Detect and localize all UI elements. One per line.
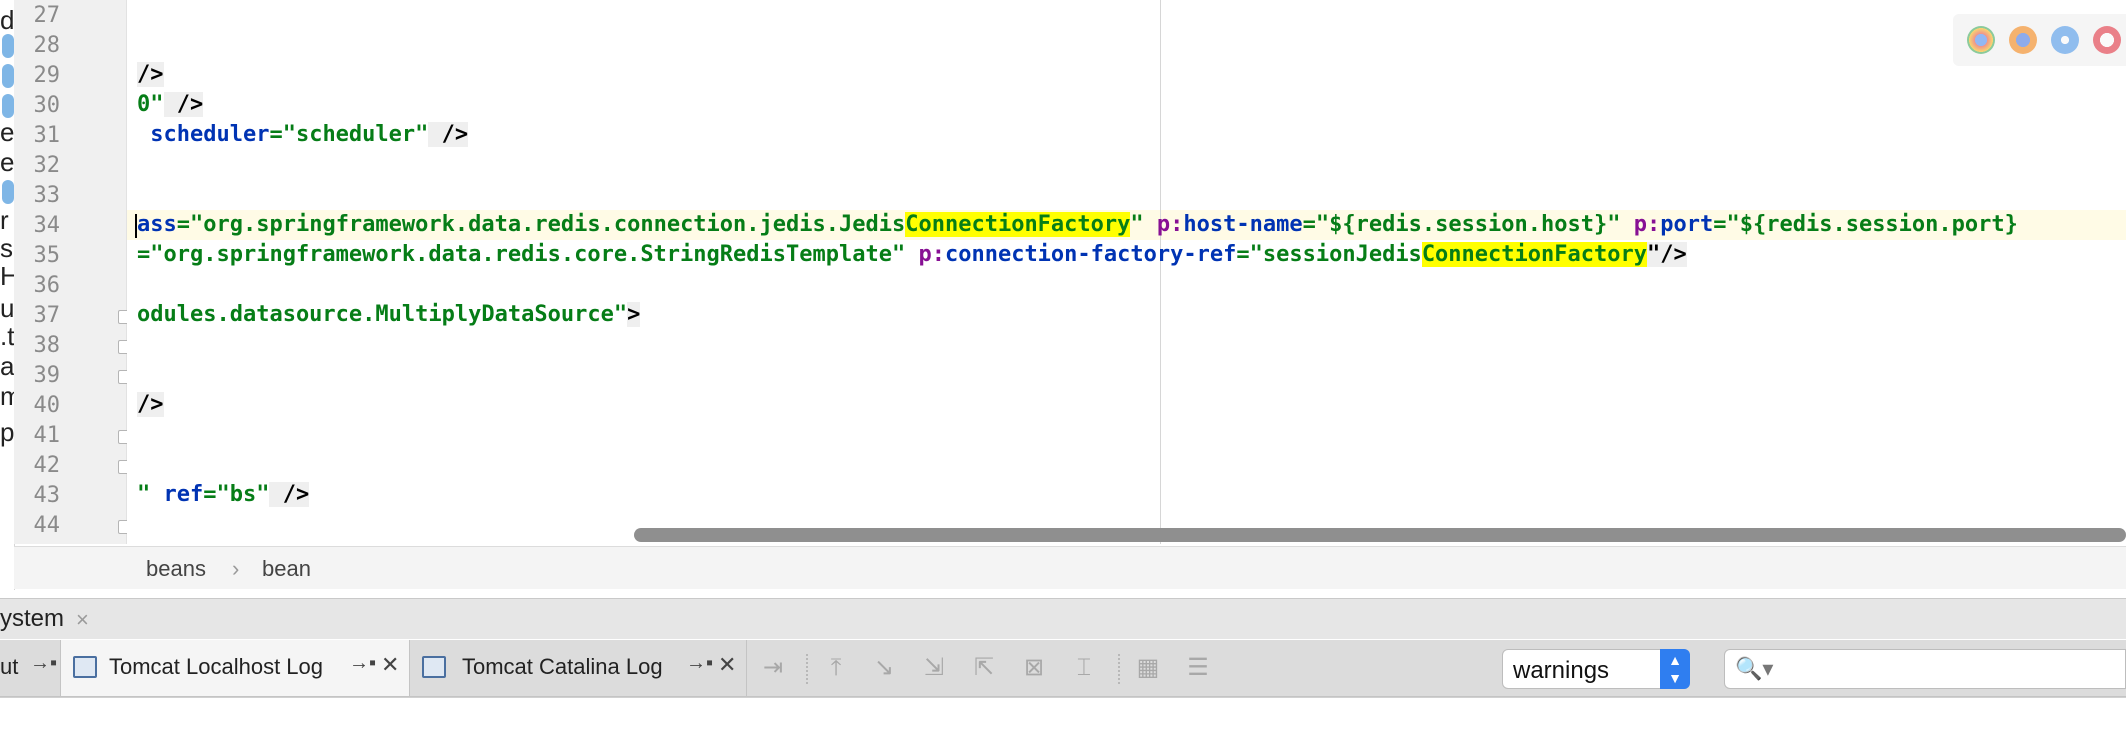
text-caret (135, 214, 137, 238)
code-line-34[interactable]: ass="org.springframework.data.redis.conn… (137, 210, 2018, 240)
line-number: 29 (33, 63, 61, 88)
log-search-input[interactable]: 🔍▾ (1724, 649, 2126, 689)
pin-icon[interactable]: →▪ (686, 652, 713, 675)
line-number: 35 (33, 243, 61, 268)
line-number: 36 (33, 273, 61, 298)
code-line-43[interactable]: " ref="bs" /> (137, 480, 310, 510)
tab-tomcat-catalina-log[interactable]: Tomcat Catalina Log →▪ ✕ (410, 640, 747, 696)
tab-label: Tomcat Catalina Log (462, 654, 663, 679)
line-number: 33 (33, 183, 61, 208)
firefox-icon[interactable] (2009, 26, 2037, 54)
project-tree-strip[interactable]: d e e r s H ur .t at m p (0, 0, 15, 590)
tree-node-icon (2, 34, 14, 58)
log-level-select[interactable]: warnings ▲ ▼ (1502, 649, 1690, 689)
toolbar-separator (1118, 654, 1121, 684)
tree-item[interactable]: m (0, 376, 14, 416)
line-number: 42 (33, 453, 61, 478)
upload-icon[interactable]: ⇱ (968, 652, 1000, 684)
tab-label: Tomcat Localhost Log (109, 654, 324, 679)
search-match: ConnectionFactory (905, 212, 1131, 237)
pin-icon[interactable]: →▪ (30, 652, 57, 675)
log-icon (422, 656, 446, 678)
chrome-icon[interactable] (1967, 26, 1995, 54)
print-icon[interactable]: ▦ (1132, 652, 1164, 684)
breadcrumb-item-beans[interactable]: beans (146, 556, 206, 582)
line-number: 27 (33, 3, 61, 28)
chevron-up-down-icon: ▲ ▼ (1660, 649, 1690, 689)
line-number: 41 (33, 423, 61, 448)
code-line-40[interactable]: /> (137, 390, 164, 420)
tab-tomcat-localhost-log[interactable]: Tomcat Localhost Log →▪ ✕ (61, 640, 410, 696)
tab-label: ut (0, 654, 19, 679)
horizontal-scrollbar[interactable] (634, 528, 2126, 542)
browser-preview-icons (1953, 14, 2126, 66)
download-icon[interactable]: ⇲ (918, 652, 950, 684)
clear-all-icon[interactable]: ⊠ (1018, 652, 1050, 684)
line-number: 44 (33, 513, 61, 538)
scroll-to-end-icon[interactable]: ↘ (868, 652, 900, 684)
tool-window-title[interactable]: ystem (0, 605, 64, 633)
breadcrumb-separator: › (232, 556, 240, 581)
code-line-30[interactable]: 0" /> (137, 90, 204, 120)
code-editor[interactable]: /> 0" /> scheduler="scheduler" /> ass="o… (127, 0, 2126, 544)
code-line-35[interactable]: ="org.springframework.data.redis.core.St… (137, 240, 1687, 270)
code-line-29[interactable]: /> (137, 60, 164, 90)
toolbar-separator (806, 654, 809, 684)
line-number: 37 (33, 303, 61, 328)
pin-icon[interactable]: →▪ (349, 652, 376, 675)
line-number: 43 (33, 483, 61, 508)
right-margin-guide (1160, 0, 1161, 544)
search-icon[interactable]: 🔍▾ (1735, 656, 1773, 682)
opera-icon[interactable] (2093, 26, 2121, 54)
tree-item[interactable]: e (0, 142, 14, 182)
line-number: 31 (33, 123, 61, 148)
settings-icon[interactable]: ☰ (1182, 652, 1214, 684)
close-icon[interactable]: ✕ (381, 652, 399, 678)
line-number: 34 (33, 213, 61, 238)
safari-icon[interactable] (2051, 26, 2079, 54)
log-icon (73, 656, 97, 678)
tree-node-icon (2, 64, 14, 88)
search-match: ConnectionFactory (1421, 242, 1647, 267)
close-icon[interactable]: ✕ (718, 652, 736, 678)
tree-item[interactable]: p (0, 412, 14, 452)
line-number: 40 (33, 393, 61, 418)
breadcrumb: beans › bean (14, 546, 2126, 589)
tab-output[interactable]: ut →▪ (0, 640, 61, 696)
close-icon[interactable]: × (76, 607, 89, 633)
code-line-31[interactable]: scheduler="scheduler" /> (137, 120, 469, 150)
line-number: 39 (33, 363, 61, 388)
log-level-value: warnings (1513, 657, 1610, 684)
log-output-area[interactable] (0, 697, 2126, 749)
cursor-icon[interactable]: ⌶ (1068, 652, 1100, 684)
scroll-to-top-icon[interactable]: ⤒ (820, 652, 852, 684)
line-number: 28 (33, 33, 61, 58)
code-line-37[interactable]: odules.datasource.MultiplyDataSource"> (137, 300, 641, 330)
soft-wrap-icon[interactable]: ⇥ (757, 652, 789, 684)
breadcrumb-item-bean[interactable]: bean (262, 556, 311, 582)
line-number: 38 (33, 333, 61, 358)
line-number: 32 (33, 153, 61, 178)
tool-window-header: ystem × (0, 598, 2126, 639)
line-number: 30 (33, 93, 61, 118)
